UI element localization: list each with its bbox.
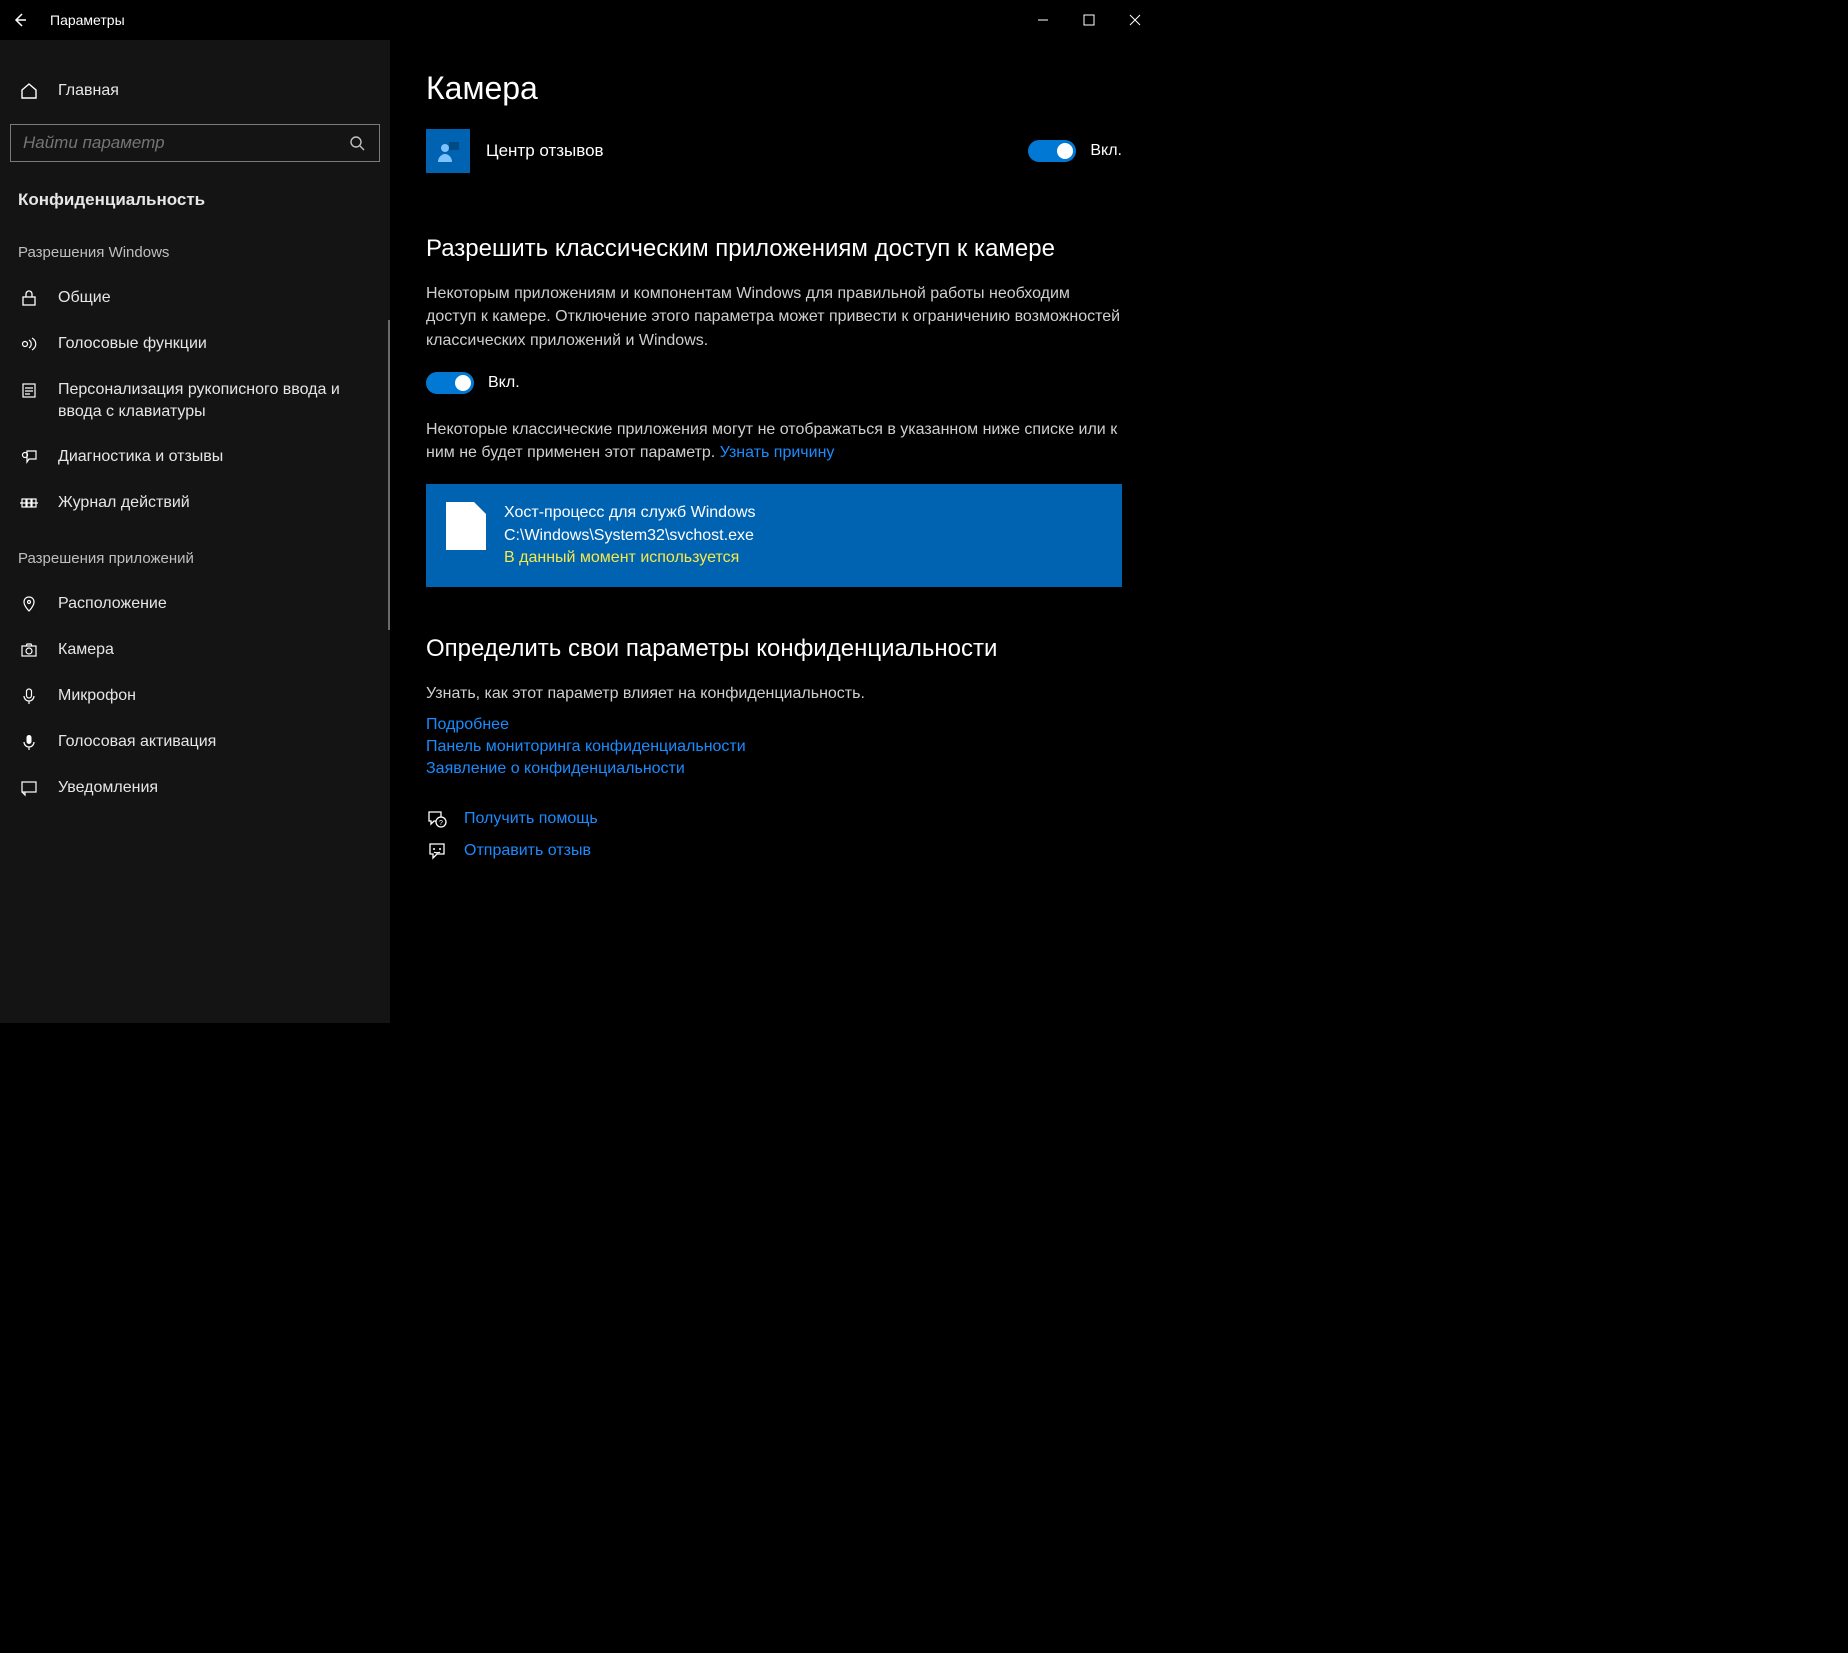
desktop-apps-heading: Разрешить классическим приложениям досту… — [426, 233, 1122, 264]
privacy-statement-link[interactable]: Заявление о конфиденциальности — [426, 760, 1122, 778]
clipboard-icon — [18, 379, 40, 401]
sidebar-item-location[interactable]: Расположение — [0, 581, 390, 627]
sidebar-item-label: Расположение — [58, 593, 167, 615]
learn-more-link[interactable]: Подробнее — [426, 716, 1122, 734]
get-help-row[interactable]: ? Получить помощь — [426, 808, 1122, 830]
sidebar-item-label: Голосовые функции — [58, 333, 207, 355]
privacy-settings-heading: Определить свои параметры конфиденциальн… — [426, 633, 1122, 664]
page-title: Камера — [426, 70, 1122, 107]
search-input[interactable] — [23, 133, 347, 153]
feedback-hub-label: Центр отзывов — [486, 141, 1028, 161]
privacy-settings-description: Узнать, как этот параметр влияет на конф… — [426, 682, 1122, 705]
desktop-apps-toggle[interactable] — [426, 372, 474, 394]
location-icon — [18, 593, 40, 615]
file-icon — [446, 502, 486, 550]
home-nav[interactable]: Главная — [0, 70, 390, 112]
sidebar-item-label: Диагностика и отзывы — [58, 446, 223, 468]
person-icon — [435, 138, 461, 164]
sidebar-item-label: Камера — [58, 639, 114, 661]
sidebar-item-label: Персонализация рукописного ввода и ввода… — [58, 379, 372, 422]
sidebar-item-label: Журнал действий — [58, 492, 190, 514]
lock-icon — [18, 287, 40, 309]
minimize-icon — [1037, 14, 1049, 26]
sidebar-item-label: Уведомления — [58, 777, 158, 799]
maximize-button[interactable] — [1066, 0, 1112, 40]
sidebar-item-label: Микрофон — [58, 685, 136, 707]
card-app-name: Хост-процесс для служб Windows — [504, 502, 756, 524]
maximize-icon — [1083, 14, 1095, 26]
close-icon — [1129, 14, 1141, 26]
speech-icon — [18, 333, 40, 355]
svchost-card[interactable]: Хост-процесс для служб Windows C:\Window… — [426, 484, 1122, 587]
get-help-link[interactable]: Получить помощь — [464, 810, 598, 828]
sidebar-item-speech[interactable]: Голосовые функции — [0, 321, 390, 367]
toggle-state-label: Вкл. — [488, 374, 520, 392]
home-icon — [18, 80, 40, 102]
back-button[interactable] — [0, 0, 40, 40]
sidebar-group-app-permissions: Разрешения приложений — [0, 526, 390, 581]
feedback-hub-tile — [426, 129, 470, 173]
home-label: Главная — [58, 82, 119, 100]
arrow-left-icon — [12, 12, 28, 28]
activity-icon — [18, 492, 40, 514]
minimize-button[interactable] — [1020, 0, 1066, 40]
toggle-state-label: Вкл. — [1090, 142, 1122, 160]
title-bar: Параметры — [0, 0, 1158, 40]
feedback-hub-toggle[interactable] — [1028, 140, 1076, 162]
main-content: Камера Центр отзывов Вкл. Разрешить клас… — [390, 40, 1158, 1023]
privacy-dashboard-link[interactable]: Панель мониторинга конфиденциальности — [426, 738, 1122, 756]
sidebar-item-inking[interactable]: Персонализация рукописного ввода и ввода… — [0, 367, 390, 434]
voice-icon — [18, 731, 40, 753]
desktop-apps-description: Некоторым приложениям и компонентам Wind… — [426, 282, 1122, 352]
sidebar-item-diagnostics[interactable]: Диагностика и отзывы — [0, 434, 390, 480]
svg-text:?: ? — [439, 820, 443, 827]
sidebar-item-activity[interactable]: Журнал действий — [0, 480, 390, 526]
desktop-apps-info: Некоторые классические приложения могут … — [426, 418, 1122, 464]
microphone-icon — [18, 685, 40, 707]
send-feedback-link[interactable]: Отправить отзыв — [464, 842, 591, 860]
sidebar-section-title: Конфиденциальность — [0, 180, 390, 220]
window-title: Параметры — [50, 12, 125, 28]
window-controls — [1020, 0, 1158, 40]
sidebar: Главная Конфиденциальность Разрешения Wi… — [0, 40, 390, 1023]
sidebar-item-notifications[interactable]: Уведомления — [0, 765, 390, 811]
camera-icon — [18, 639, 40, 661]
close-button[interactable] — [1112, 0, 1158, 40]
sidebar-item-general[interactable]: Общие — [0, 275, 390, 321]
sidebar-group-windows-permissions: Разрешения Windows — [0, 220, 390, 275]
search-icon — [347, 135, 367, 151]
sidebar-item-voice-activation[interactable]: Голосовая активация — [0, 719, 390, 765]
card-app-status: В данный момент используется — [504, 547, 756, 569]
notifications-icon — [18, 777, 40, 799]
send-feedback-row[interactable]: Отправить отзыв — [426, 840, 1122, 862]
sidebar-item-microphone[interactable]: Микрофон — [0, 673, 390, 719]
feedback-hub-row: Центр отзывов Вкл. — [426, 129, 1122, 173]
sidebar-item-label: Общие — [58, 287, 111, 309]
feedback-icon — [18, 446, 40, 468]
sidebar-item-camera[interactable]: Камера — [0, 627, 390, 673]
sidebar-item-label: Голосовая активация — [58, 731, 216, 753]
card-app-path: C:\Windows\System32\svchost.exe — [504, 525, 756, 547]
feedback-send-icon — [426, 840, 448, 862]
learn-why-link[interactable]: Узнать причину — [720, 444, 835, 461]
help-icon: ? — [426, 808, 448, 830]
search-box[interactable] — [10, 124, 380, 162]
